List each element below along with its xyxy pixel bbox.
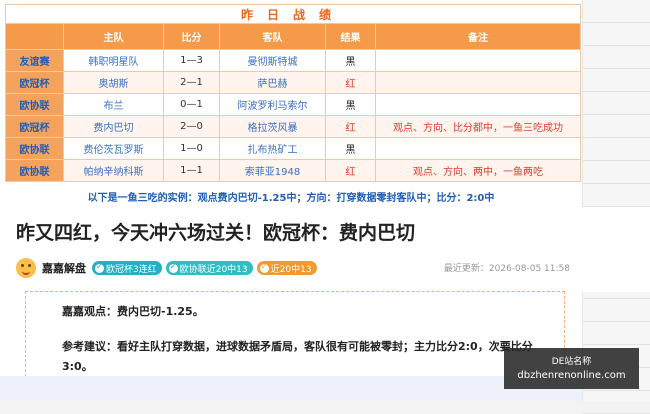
badge-streak: 欧冠杯3连红 xyxy=(92,261,162,275)
watermark-url: dbzhenrenonline.com xyxy=(517,370,626,381)
example-caption: 以下是一鱼三吃的实例：观点费内巴切-1.25中；方向：打穿数据零封客队中；比分：… xyxy=(87,193,495,204)
away-team-cell: 格拉茨风暴 xyxy=(219,115,326,138)
badge-label: 近20中13 xyxy=(270,264,312,275)
score-cell: 2—0 xyxy=(163,115,220,138)
away-team-cell: 阿波罗利马索尔 xyxy=(219,93,326,116)
results-table-title: 昨日战绩 xyxy=(4,4,582,24)
header-home: 主队 xyxy=(63,23,164,50)
note-cell xyxy=(374,71,582,94)
result-cell: 黑 xyxy=(325,93,376,116)
badge-label: 欧协联近20中13 xyxy=(179,264,248,275)
result-cell: 黑 xyxy=(325,137,376,160)
author-name[interactable]: 嘉嘉解盘 xyxy=(42,260,86,276)
check-circle-icon xyxy=(168,262,178,273)
league-cell: 欧协联 xyxy=(5,137,64,160)
note-cell xyxy=(374,137,582,160)
check-circle-icon xyxy=(95,262,104,273)
results-table: 昨日战绩 主队 比分 客队 结果 备注 友谊赛 韩职明星队 1—3 曼彻斯特城 … xyxy=(4,4,582,182)
score-cell: 2—1 xyxy=(163,71,220,94)
result-cell: 红 xyxy=(325,71,376,94)
away-team-cell: 索菲亚1948 xyxy=(219,159,326,182)
league-cell: 友谊赛 xyxy=(5,49,64,72)
header-league xyxy=(5,23,64,50)
watermark-overlay: DE站名称 dbzhenrenonline.com xyxy=(504,348,639,389)
league-cell: 欧冠杯 xyxy=(5,115,64,138)
article-content-box: 嘉嘉观点：费内巴切-1.25。 参考建议：看好主队打穿数据，进球数据矛盾局，客队… xyxy=(25,291,565,377)
away-team-cell: 萨巴赫 xyxy=(219,71,326,94)
table-row: 欧协联 布兰 0—1 阿波罗利马索尔 黑 xyxy=(5,93,582,116)
home-team-cell: 费伦茨瓦罗斯 xyxy=(63,137,164,160)
article-header: 昨又四红，今天冲六场过关！欧冠杯：费内巴切 嘉嘉解盘 欧冠杯3连红 欧协联近20… xyxy=(0,207,650,292)
home-team-cell: 费内巴切 xyxy=(63,115,164,138)
result-cell: 红 xyxy=(325,115,376,138)
home-team-cell: 帕纳辛纳科斯 xyxy=(63,159,164,182)
note-cell: 观点、方向、比分都中，一鱼三吃成功 xyxy=(374,115,582,138)
result-cell: 黑 xyxy=(325,49,376,72)
badge-record: 欧协联近20中13 xyxy=(165,261,253,275)
score-cell: 0—1 xyxy=(163,93,220,116)
results-table-header-row: 主队 比分 客队 结果 备注 xyxy=(5,23,582,50)
score-cell: 1—1 xyxy=(163,159,220,182)
viewpoint-text: 嘉嘉观点：费内巴切-1.25。 xyxy=(62,305,204,318)
watermark-label: DE站名称 xyxy=(551,357,592,367)
table-row: 欧协联 帕纳辛纳科斯 1—1 索菲亚1948 红 观点、方向、两中，一鱼两吃 xyxy=(5,159,582,182)
league-cell: 欧冠杯 xyxy=(5,71,64,94)
article-title: 昨又四红，今天冲六场过关！欧冠杯：费内巴切 xyxy=(16,222,416,244)
note-cell xyxy=(374,93,582,116)
home-team-cell: 布兰 xyxy=(63,93,164,116)
home-team-cell: 奥胡斯 xyxy=(63,71,164,94)
page-canvas: 昨日战绩 主队 比分 客队 结果 备注 友谊赛 韩职明星队 1—3 曼彻斯特城 … xyxy=(0,0,650,414)
header-result: 结果 xyxy=(325,23,376,50)
note-cell xyxy=(374,49,582,72)
check-circle-icon xyxy=(259,262,269,273)
table-row: 欧冠杯 费内巴切 2—0 格拉茨风暴 红 观点、方向、比分都中，一鱼三吃成功 xyxy=(5,115,582,138)
header-away: 客队 xyxy=(219,23,326,50)
avatar[interactable] xyxy=(16,258,36,278)
league-cell: 欧协联 xyxy=(5,159,64,182)
result-cell: 红 xyxy=(325,159,376,182)
away-team-cell: 曼彻斯特城 xyxy=(219,49,326,72)
badge-recent: 近20中13 xyxy=(256,261,317,275)
score-cell: 1—0 xyxy=(163,137,220,160)
badge-label: 欧冠杯3连红 xyxy=(106,264,157,275)
last-updated: 最近更新：2026-08-05 11:58 xyxy=(443,264,570,274)
league-cell: 欧协联 xyxy=(5,93,64,116)
table-row: 欧协联 费伦茨瓦罗斯 1—0 扎布热矿工 黑 xyxy=(5,137,582,160)
header-note: 备注 xyxy=(374,23,582,50)
home-team-cell: 韩职明星队 xyxy=(63,49,164,72)
score-cell: 1—3 xyxy=(163,49,220,72)
suggestion-text: 参考建议：看好主队打穿数据，进球数据矛盾局，客队很有可能被零封；主力比分2:0，… xyxy=(62,340,533,373)
footer-band xyxy=(0,376,582,401)
header-score: 比分 xyxy=(163,23,220,50)
author-info: 嘉嘉解盘 欧冠杯3连红 欧协联近20中13 近20中13 xyxy=(16,257,321,279)
away-team-cell: 扎布热矿工 xyxy=(219,137,326,160)
table-row: 欧冠杯 奥胡斯 2—1 萨巴赫 红 xyxy=(5,71,582,94)
table-row: 友谊赛 韩职明星队 1—3 曼彻斯特城 黑 xyxy=(5,49,582,72)
note-cell: 观点、方向、两中，一鱼两吃 xyxy=(374,159,582,182)
right-side-list xyxy=(582,0,650,414)
